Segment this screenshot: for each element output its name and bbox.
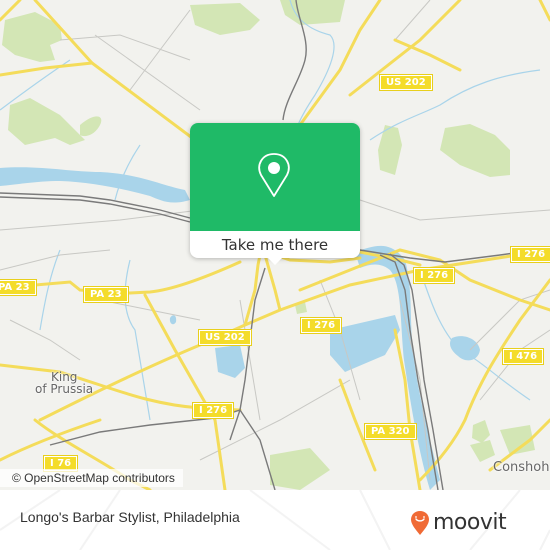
map-attribution[interactable]: © OpenStreetMap contributors xyxy=(0,469,183,487)
place-label-conshohocken: Conshoh xyxy=(493,460,550,475)
map-pin-icon xyxy=(258,153,290,197)
place-label-of-prussia: of Prussia xyxy=(35,382,94,396)
road-shield-pa23: PA 23 xyxy=(0,279,37,296)
road-shield-us202: US 202 xyxy=(379,74,433,91)
popup-tail xyxy=(268,258,282,265)
popup-header xyxy=(190,123,360,231)
road-shield-i276: I 276 xyxy=(412,267,456,284)
map[interactable]: US 202 PA 23 PA 23 US 202 I 276 I 276 I … xyxy=(0,0,550,490)
brand-name: moovit xyxy=(433,510,507,535)
road-shield-pa320: PA 320 xyxy=(364,423,417,440)
road-shield-i276: I 276 xyxy=(509,246,550,263)
road-shield-i276: I 276 xyxy=(299,317,343,334)
moovit-pin-icon xyxy=(411,511,429,535)
road-shield-i276: I 276 xyxy=(191,402,235,419)
road-shield-i476: I 476 xyxy=(501,348,545,365)
moovit-logo[interactable]: moovit xyxy=(410,510,507,536)
location-popup: Take me there xyxy=(190,123,360,265)
place-title: Longo's Barbar Stylist, Philadelphia xyxy=(20,509,240,525)
road-shield-us202: US 202 xyxy=(198,329,252,346)
road-shield-pa23: PA 23 xyxy=(83,286,129,303)
take-me-there-button[interactable]: Take me there xyxy=(190,231,360,258)
